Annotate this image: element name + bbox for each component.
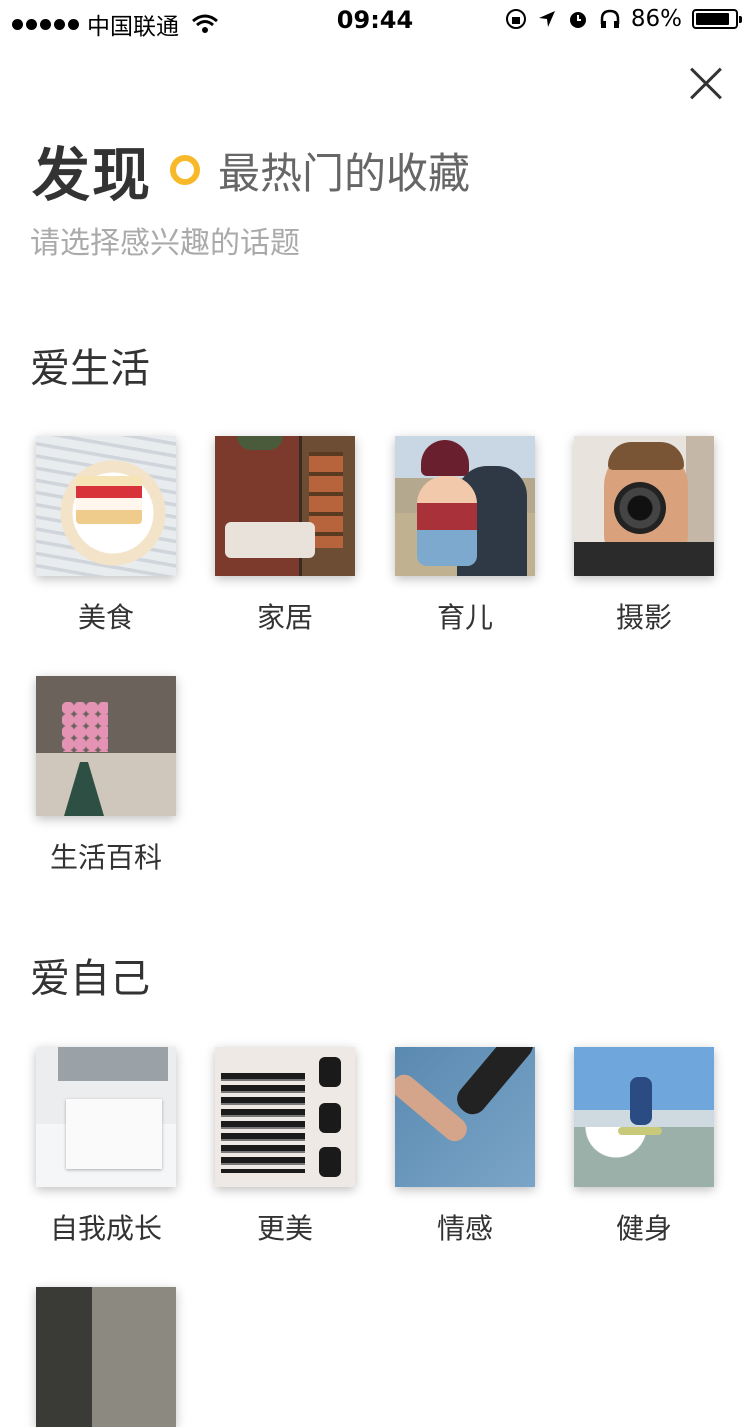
- growth-photo-icon: [36, 1047, 176, 1187]
- topic-label: 生活百科: [49, 841, 162, 874]
- fitness-photo-icon: [574, 1047, 714, 1187]
- topic-label: 健身: [615, 1212, 672, 1245]
- battery-percent: 86%: [630, 6, 682, 32]
- partial-photo-icon: [36, 1287, 176, 1427]
- section-title-love-life: 爱生活: [30, 346, 150, 392]
- close-icon[interactable]: [688, 66, 724, 102]
- page-title: 发现: [32, 141, 153, 209]
- topic-home[interactable]: 家居: [215, 436, 355, 636]
- alarm-icon: [569, 12, 586, 28]
- topic-label: 摄影: [615, 601, 672, 634]
- love-photo-icon: [395, 1047, 535, 1187]
- topic-prompt: 请选择感兴趣的话题: [30, 226, 300, 261]
- topic-label: 家居: [256, 601, 313, 634]
- section-title-love-self: 爱自己: [30, 956, 150, 1002]
- battery-icon: [692, 9, 742, 29]
- topic-love[interactable]: 情感: [395, 1047, 535, 1247]
- location-icon: [538, 11, 555, 27]
- page-subtitle: 最热门的收藏: [218, 148, 471, 198]
- headphones-icon: [600, 9, 620, 28]
- page-header: 发现 最热门的收藏: [32, 128, 470, 212]
- status-right: 86%: [505, 6, 742, 32]
- topic-label: 自我成长: [49, 1212, 162, 1245]
- life-tips-photo-icon: [36, 676, 176, 816]
- topic-label: 更美: [256, 1212, 313, 1245]
- topic-fitness[interactable]: 健身: [574, 1047, 714, 1247]
- food-photo-icon: [36, 436, 176, 576]
- topic-label: 情感: [436, 1212, 493, 1245]
- topic-parenting[interactable]: 育儿: [395, 436, 535, 636]
- topic-growth[interactable]: 自我成长: [36, 1047, 176, 1247]
- ring-icon: [170, 155, 201, 185]
- topic-label: 育儿: [436, 601, 493, 634]
- topic-more[interactable]: [36, 1287, 176, 1427]
- status-bar: 中国联通 09:44 86%: [0, 0, 750, 40]
- topic-label: 美食: [77, 601, 134, 634]
- topic-beauty[interactable]: 更美: [215, 1047, 355, 1247]
- topic-photography[interactable]: 摄影: [574, 436, 714, 636]
- beauty-photo-icon: [215, 1047, 355, 1187]
- parenting-photo-icon: [395, 436, 535, 576]
- topic-life-tips[interactable]: 生活百科: [36, 676, 176, 876]
- rotation-lock-icon: [505, 9, 526, 29]
- photography-photo-icon: [574, 436, 714, 576]
- home-photo-icon: [215, 436, 355, 576]
- topic-food[interactable]: 美食: [36, 436, 176, 636]
